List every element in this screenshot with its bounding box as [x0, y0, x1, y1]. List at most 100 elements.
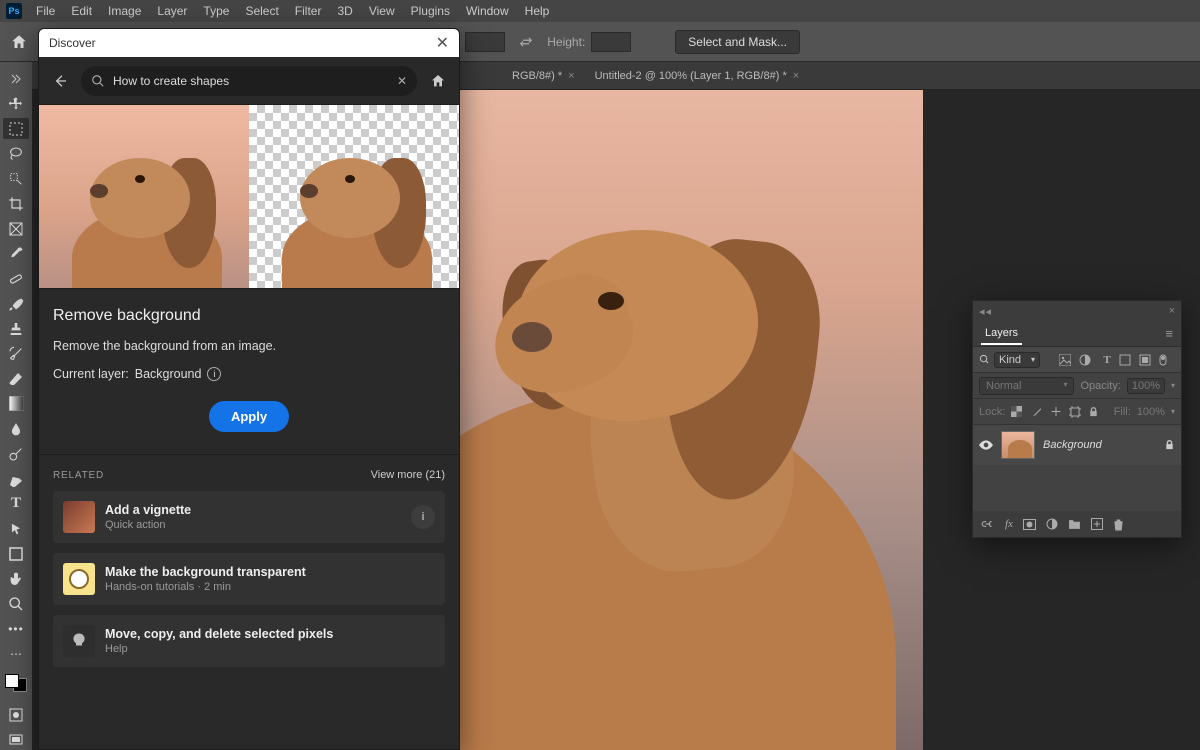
lock-all-icon[interactable] — [1088, 406, 1101, 418]
delete-layer-icon[interactable] — [1113, 518, 1124, 531]
zoom-tool[interactable] — [3, 593, 29, 614]
layer-name[interactable]: Background — [1043, 439, 1156, 451]
filter-toggle[interactable] — [1159, 354, 1175, 366]
edit-toolbar[interactable]: ⋯ — [3, 643, 29, 664]
adjustment-icon[interactable] — [1046, 518, 1058, 530]
fx-icon[interactable]: fx — [1005, 518, 1013, 530]
eyedropper-tool[interactable] — [3, 243, 29, 264]
new-layer-icon[interactable] — [1091, 518, 1103, 530]
close-icon[interactable]: × — [1169, 305, 1175, 317]
chevron-down-icon[interactable]: ▾ — [1171, 407, 1175, 416]
menu-window[interactable]: Window — [458, 0, 517, 22]
group-icon[interactable] — [1068, 519, 1081, 530]
frame-tool[interactable] — [3, 218, 29, 239]
crop-tool[interactable] — [3, 193, 29, 214]
info-icon[interactable]: i — [207, 367, 221, 381]
chevron-down-icon[interactable]: ▾ — [1171, 381, 1175, 390]
layer-row[interactable]: Background — [973, 425, 1181, 465]
dodge-tool[interactable] — [3, 443, 29, 464]
menu-help[interactable]: Help — [517, 0, 558, 22]
color-swatches[interactable] — [5, 674, 27, 692]
type-tool[interactable]: T — [3, 493, 29, 514]
filter-kind[interactable]: Kind▾ — [979, 352, 1055, 368]
smartobj-icon — [1139, 354, 1151, 366]
eraser-tool[interactable] — [3, 368, 29, 389]
search-field[interactable]: ✕ — [81, 66, 417, 96]
clear-icon[interactable]: ✕ — [397, 74, 407, 88]
layer-thumbnail[interactable] — [1001, 431, 1035, 459]
related-card[interactable]: Make the background transparent Hands-on… — [53, 553, 445, 605]
menu-view[interactable]: View — [361, 0, 403, 22]
shape-tool[interactable] — [3, 543, 29, 564]
tool-strip: T ••• ⋯ — [0, 62, 32, 750]
menu-image[interactable]: Image — [100, 0, 149, 22]
lock-image-icon[interactable] — [1031, 406, 1044, 418]
layer-filter-row: Kind▾ T — [973, 347, 1181, 373]
select-and-mask-button[interactable]: Select and Mask... — [675, 30, 800, 54]
filter-pixel-icon[interactable] — [1059, 354, 1075, 366]
panel-dock-bar[interactable]: ◂◂ × — [973, 301, 1181, 321]
stamp-tool[interactable] — [3, 318, 29, 339]
mask-icon[interactable] — [1023, 519, 1036, 530]
filter-type-icon[interactable]: T — [1099, 354, 1115, 366]
brush-tool[interactable] — [3, 293, 29, 314]
lasso-tool[interactable] — [3, 143, 29, 164]
menu-layer[interactable]: Layer — [149, 0, 195, 22]
discover-home-button[interactable] — [427, 70, 449, 92]
lock-transparency-icon[interactable] — [1011, 406, 1024, 417]
document-tab-1[interactable]: RGB/8#) * × — [502, 64, 585, 88]
screen-mode-toggle[interactable] — [3, 729, 29, 750]
lock-icon[interactable] — [1164, 439, 1175, 451]
panel-menu-icon[interactable]: ≡ — [1165, 326, 1173, 341]
menu-file[interactable]: File — [28, 0, 63, 22]
home-button[interactable] — [8, 31, 30, 53]
visibility-toggle[interactable] — [979, 440, 993, 450]
marquee-tool[interactable] — [3, 118, 29, 139]
blend-mode-select[interactable]: Normal▾ — [979, 377, 1074, 395]
menu-filter[interactable]: Filter — [287, 0, 330, 22]
close-icon[interactable]: ✕ — [436, 33, 449, 53]
menu-plugins[interactable]: Plugins — [403, 0, 458, 22]
blur-tool[interactable] — [3, 418, 29, 439]
related-card[interactable]: Move, copy, and delete selected pixels H… — [53, 615, 445, 667]
collapse-icon[interactable]: ◂◂ — [979, 305, 992, 318]
info-icon[interactable]: i — [411, 505, 435, 529]
move-tool[interactable] — [3, 93, 29, 114]
width-input[interactable] — [465, 32, 505, 52]
swap-dimensions-button[interactable] — [517, 33, 535, 51]
selection-tool[interactable] — [3, 168, 29, 189]
lock-artboard-icon[interactable] — [1069, 406, 1082, 418]
close-icon[interactable]: × — [568, 70, 574, 82]
menu-type[interactable]: Type — [195, 0, 237, 22]
filter-adjust-icon[interactable] — [1079, 354, 1095, 366]
layers-tab[interactable]: Layers — [981, 323, 1022, 345]
link-layers-icon[interactable] — [981, 519, 995, 529]
filter-shape-icon[interactable] — [1119, 354, 1135, 366]
document-tab-2[interactable]: Untitled-2 @ 100% (Layer 1, RGB/8#) * × — [585, 64, 810, 88]
opacity-input[interactable]: 100% — [1127, 378, 1165, 394]
lock-position-icon[interactable] — [1050, 406, 1063, 418]
close-icon[interactable]: × — [793, 70, 799, 82]
view-more-link[interactable]: View more (21) — [371, 469, 445, 481]
history-brush-icon — [8, 346, 24, 362]
path-tool[interactable] — [3, 518, 29, 539]
filter-smart-icon[interactable] — [1139, 354, 1155, 366]
gradient-tool[interactable] — [3, 393, 29, 414]
history-brush-tool[interactable] — [3, 343, 29, 364]
back-button[interactable] — [49, 70, 71, 92]
healing-tool[interactable] — [3, 268, 29, 289]
chevron-right-icon — [11, 74, 21, 84]
hand-tool[interactable] — [3, 568, 29, 589]
menu-select[interactable]: Select — [237, 0, 286, 22]
search-input[interactable] — [113, 74, 389, 88]
quick-mask-toggle[interactable] — [3, 704, 29, 725]
expand-toolbar-button[interactable] — [3, 68, 29, 89]
menu-edit[interactable]: Edit — [63, 0, 100, 22]
apply-button[interactable]: Apply — [209, 401, 289, 432]
height-input[interactable] — [591, 32, 631, 52]
related-card[interactable]: Add a vignette Quick action i — [53, 491, 445, 543]
fill-input[interactable]: 100% — [1137, 406, 1165, 418]
more-tools[interactable]: ••• — [3, 618, 29, 639]
menu-3d[interactable]: 3D — [329, 0, 360, 22]
pen-tool[interactable] — [3, 468, 29, 489]
